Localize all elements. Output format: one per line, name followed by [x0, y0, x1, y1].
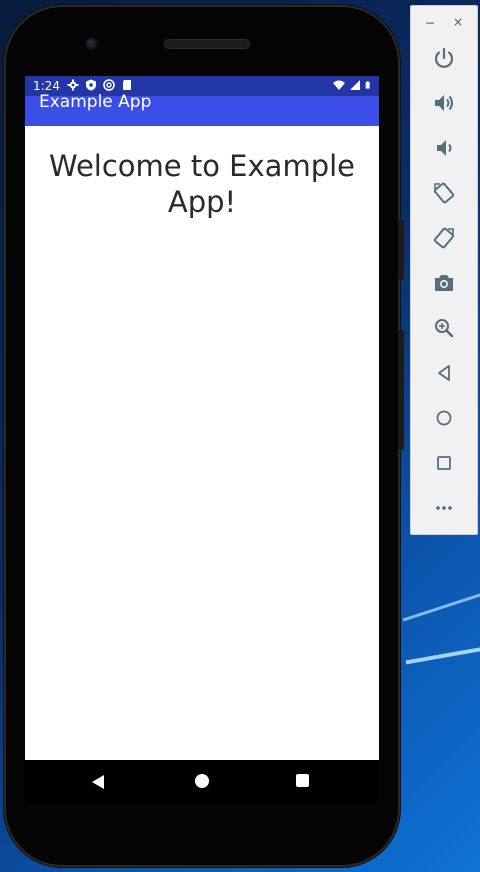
rotate-right-icon[interactable]	[432, 226, 456, 250]
earpiece-speaker	[164, 39, 250, 49]
app-bar: Example App	[25, 92, 379, 126]
phone-side-button	[398, 220, 404, 280]
nav-back-button[interactable]	[91, 774, 105, 790]
gear-icon	[67, 79, 79, 91]
at-sign-icon	[103, 79, 115, 91]
close-button[interactable]: ×	[453, 15, 463, 29]
sd-card-icon	[123, 80, 131, 90]
volume-down-icon[interactable]	[432, 136, 456, 160]
wallpaper-streak	[405, 639, 480, 665]
cell-signal-icon	[350, 80, 360, 90]
power-icon[interactable]	[432, 46, 456, 70]
shield-icon	[86, 79, 96, 91]
navigation-bar	[25, 760, 379, 804]
front-camera	[86, 38, 98, 50]
phone-side-button	[398, 330, 404, 450]
overview-icon[interactable]	[432, 451, 456, 475]
camera-icon[interactable]	[432, 271, 456, 295]
volume-up-icon[interactable]	[432, 91, 456, 115]
welcome-text: Welcome to Example App!	[48, 149, 355, 219]
more-icon[interactable]	[432, 496, 456, 520]
nav-home-button[interactable]	[195, 774, 209, 788]
nav-recents-button[interactable]	[296, 774, 309, 787]
emulator-control-panel: − ×	[410, 5, 478, 535]
minimize-button[interactable]: −	[425, 16, 435, 30]
status-time: 1:24	[33, 79, 60, 93]
wifi-icon	[333, 80, 345, 90]
battery-icon	[365, 81, 370, 89]
phone-screen: 1:24 Example App Welcome to Example App!	[25, 76, 379, 760]
home-icon[interactable]	[432, 406, 456, 430]
rotate-left-icon[interactable]	[432, 181, 456, 205]
panel-window-controls: − ×	[411, 14, 477, 30]
app-title: Example App	[39, 92, 152, 112]
zoom-icon[interactable]	[432, 316, 456, 340]
wallpaper-streak	[402, 581, 480, 622]
back-icon[interactable]	[432, 361, 456, 385]
